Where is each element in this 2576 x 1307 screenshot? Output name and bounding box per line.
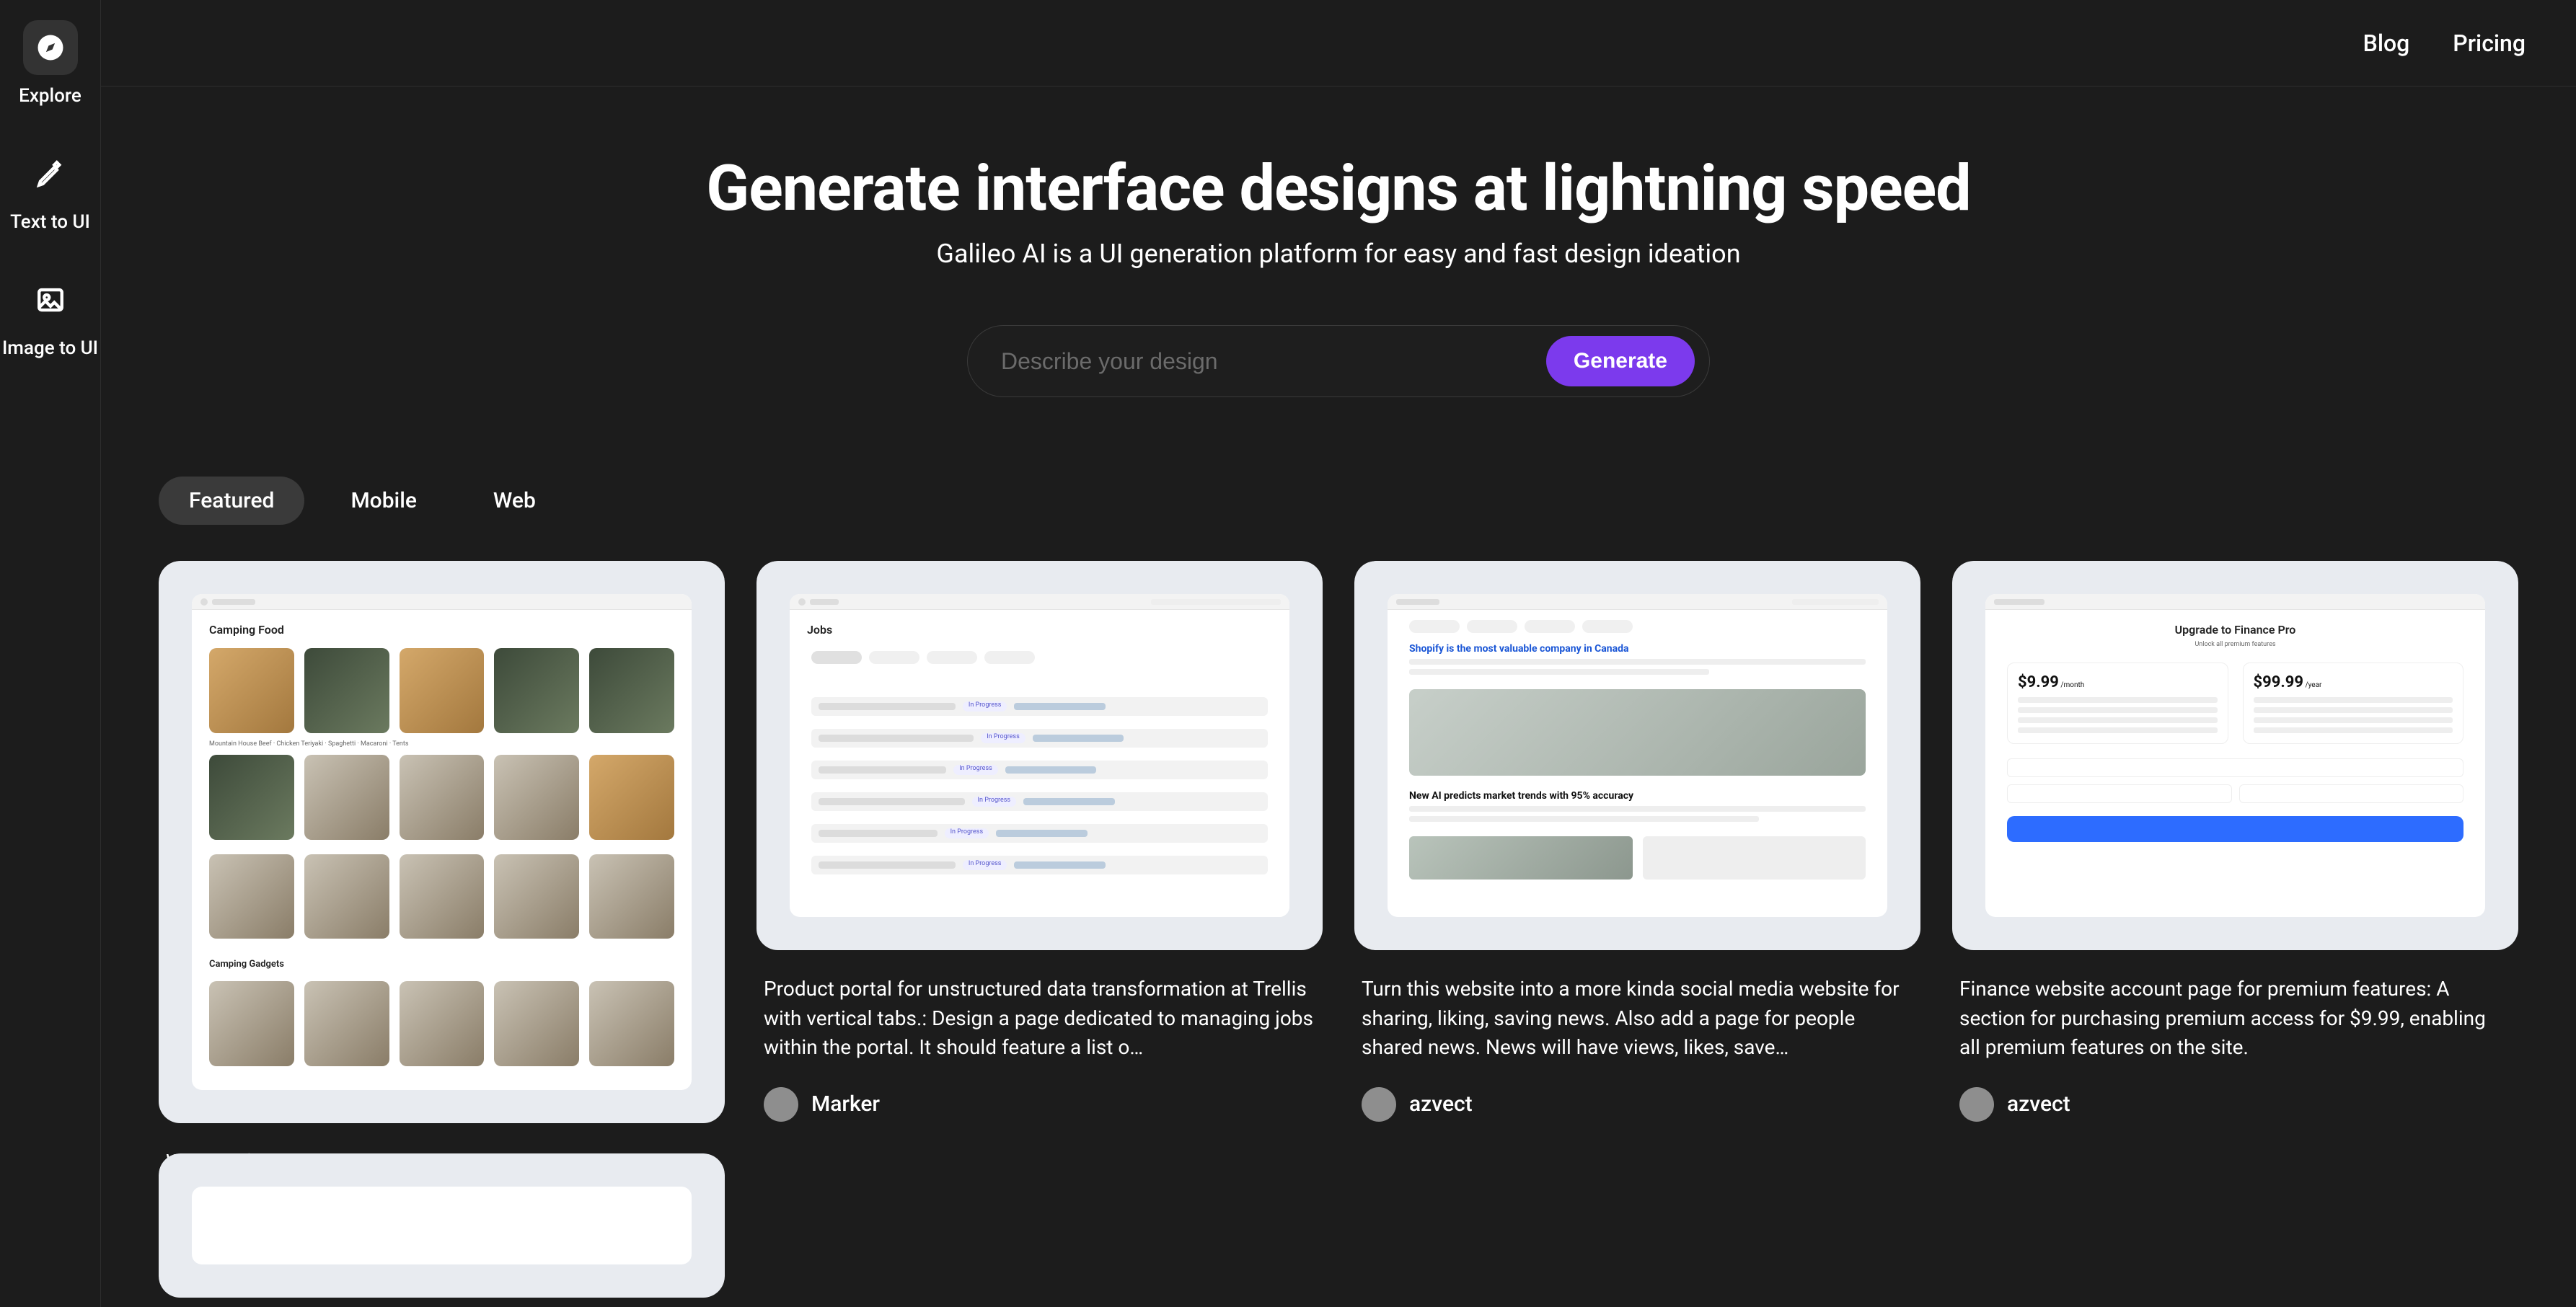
design-thumbnail: Jobs In Progress In Progress In Progress…: [757, 561, 1323, 950]
card-author-row: Marker: [764, 1087, 1315, 1122]
design-thumbnail: Camping Food Mountain House Beef · Chick…: [159, 561, 725, 1123]
image-icon: [23, 273, 78, 327]
nav-link-blog[interactable]: Blog: [2363, 30, 2410, 57]
prompt-input[interactable]: [1000, 347, 1546, 376]
design-card[interactable]: Upgrade to Finance Pro Unlock all premiu…: [1952, 561, 2518, 1295]
avatar: [1959, 1087, 1994, 1122]
sidebar-item-label: Image to UI: [2, 337, 98, 360]
hero-title: Generate interface designs at lightning …: [101, 151, 2576, 226]
card-description: Finance website account page for premium…: [1959, 975, 2511, 1063]
generate-button[interactable]: Generate: [1546, 336, 1695, 386]
compass-icon: [23, 20, 78, 75]
design-thumbnail: [159, 1153, 725, 1298]
card-body: Finance website account page for premium…: [1952, 950, 2518, 1122]
design-thumbnail: Shopify is the most valuable company in …: [1354, 561, 1920, 950]
card-author-row: azvect: [1959, 1087, 2511, 1122]
design-grid: Camping Food Mountain House Beef · Chick…: [101, 525, 2576, 1307]
tab-web[interactable]: Web: [463, 477, 566, 525]
avatar: [764, 1087, 798, 1122]
card-description: Product portal for unstructured data tra…: [764, 975, 1315, 1063]
card-author-row: azvect: [1362, 1087, 1913, 1122]
top-nav: Blog Pricing: [101, 0, 2576, 87]
design-thumbnail: Upgrade to Finance Pro Unlock all premiu…: [1952, 561, 2518, 950]
tabs: Featured Mobile Web: [101, 477, 2576, 525]
sidebar-item-explore[interactable]: Explore: [0, 20, 100, 107]
card-body: Product portal for unstructured data tra…: [757, 950, 1323, 1122]
author-name: azvect: [1409, 1091, 1473, 1117]
author-name: azvect: [2007, 1091, 2070, 1117]
main-content: Generate interface designs at lightning …: [101, 87, 2576, 1307]
author-name: Marker: [811, 1091, 880, 1117]
avatar: [1362, 1087, 1396, 1122]
pencil-icon: [23, 146, 78, 201]
sidebar-item-image-to-ui[interactable]: Image to UI: [0, 273, 100, 360]
sidebar-item-label: Explore: [19, 85, 81, 107]
card-body: Turn this website into a more kinda soci…: [1354, 950, 1920, 1122]
design-card[interactable]: Shopify is the most valuable company in …: [1354, 561, 1920, 1295]
card-description: Turn this website into a more kinda soci…: [1362, 975, 1913, 1063]
sidebar-item-text-to-ui[interactable]: Text to UI: [0, 146, 100, 234]
sidebar: Explore Text to UI Image to UI: [0, 0, 101, 1307]
design-card[interactable]: Jobs In Progress In Progress In Progress…: [757, 561, 1323, 1295]
tab-featured[interactable]: Featured: [159, 477, 304, 525]
sidebar-item-label: Text to UI: [10, 211, 90, 234]
prompt-bar: Generate: [967, 325, 1710, 397]
tab-mobile[interactable]: Mobile: [320, 477, 446, 525]
hero-subtitle: Galileo AI is a UI generation platform f…: [101, 239, 2576, 269]
design-card[interactable]: [159, 1153, 725, 1307]
nav-link-pricing[interactable]: Pricing: [2453, 30, 2526, 57]
hero-section: Generate interface designs at lightning …: [101, 87, 2576, 269]
